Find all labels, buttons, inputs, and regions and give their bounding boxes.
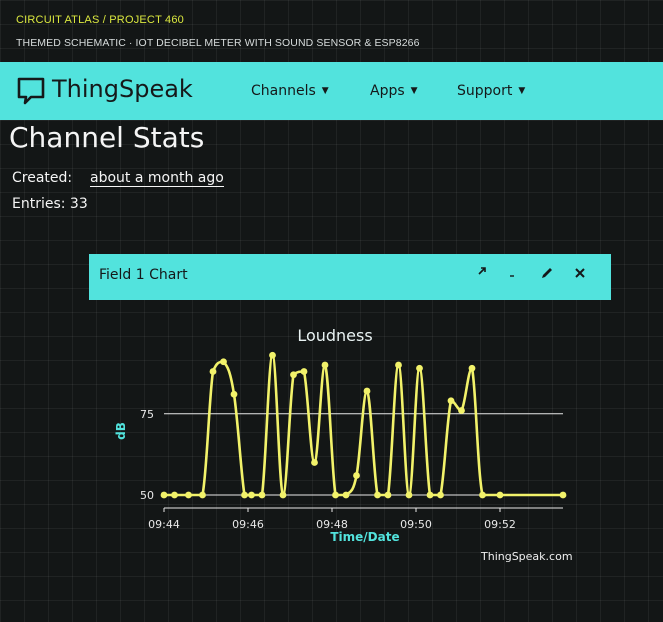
nav-support[interactable]: Support ▼ — [457, 83, 525, 99]
data-point — [496, 491, 504, 499]
data-point — [384, 491, 392, 499]
data-point — [300, 368, 308, 375]
data-point — [479, 491, 486, 499]
pencil-icon[interactable] — [538, 266, 556, 286]
top-navbar: ThingSpeak Channels ▼ Apps ▼ Support ▼ — [0, 62, 663, 120]
data-point — [363, 387, 371, 395]
data-point — [353, 472, 360, 479]
x-tick-label: 09:52 — [484, 518, 516, 531]
data-point — [230, 390, 238, 398]
data-point — [199, 491, 206, 499]
project-subtitle: THEMED SCHEMATIC · IOT DECIBEL METER WIT… — [16, 37, 420, 49]
field-chart-panel-header: Field 1 Chart — [89, 254, 611, 300]
close-icon[interactable] — [571, 266, 589, 286]
data-point — [468, 364, 476, 372]
external-link-icon[interactable] — [471, 266, 489, 286]
data-point — [374, 491, 381, 499]
x-tick-label: 09:46 — [232, 518, 264, 531]
chart-title: Loudness — [297, 326, 372, 345]
data-point — [321, 361, 329, 369]
nav-support-label: Support — [457, 83, 513, 99]
data-point — [426, 491, 434, 499]
created-label: Created: — [12, 170, 73, 186]
data-point — [342, 491, 350, 499]
nav-channels[interactable]: Channels ▼ — [251, 83, 329, 99]
caret-down-icon: ▼ — [518, 86, 526, 96]
y-tick-label-75: 75 — [140, 408, 154, 421]
data-point — [311, 459, 318, 466]
data-point — [220, 358, 227, 366]
data-point — [416, 364, 423, 372]
brand-logo-text[interactable]: ThingSpeak — [52, 75, 193, 103]
x-tick-label: 09:50 — [400, 518, 432, 531]
project-header: CIRCUIT ATLAS / PROJECT 460 THEMED SCHEM… — [0, 0, 663, 62]
x-tick-label: 09:44 — [148, 518, 180, 531]
data-point — [185, 491, 192, 499]
chart-canvas: Loudness507509:44 09:46 09:48 09:50 09:52Tim… — [114, 326, 567, 544]
series-line — [164, 353, 563, 497]
comment-icon[interactable] — [503, 266, 521, 286]
data-point — [258, 491, 266, 499]
data-point — [395, 361, 402, 369]
nav-apps[interactable]: Apps ▼ — [370, 83, 418, 99]
panel-title: Field 1 Chart — [99, 267, 188, 283]
data-point — [209, 368, 217, 375]
x-axis-title: Time/Date — [330, 530, 399, 544]
caret-down-icon: ▼ — [321, 86, 329, 96]
page-title: Channel Stats — [9, 121, 205, 154]
data-point — [241, 491, 248, 499]
thingspeak-watermark: ThingSpeak.com — [481, 550, 573, 563]
y-axis-title: dB — [114, 422, 128, 440]
caret-down-icon: ▼ — [410, 86, 418, 96]
entries-count: Entries: 33 — [12, 196, 88, 212]
y-tick-label-50: 50 — [140, 489, 154, 502]
nav-channels-label: Channels — [251, 83, 316, 99]
data-point — [269, 351, 276, 359]
loudness-chart: Loudness 50 75 09:44 09:46 09:48 09:50 09:52 Tim… — [89, 300, 611, 580]
data-point — [279, 491, 287, 499]
created-value: about a month ago — [90, 170, 224, 187]
nav-apps-label: Apps — [370, 83, 405, 99]
data-point — [332, 491, 339, 499]
data-point — [248, 491, 255, 499]
data-point — [559, 491, 567, 499]
data-point — [437, 491, 444, 499]
project-title: CIRCUIT ATLAS / PROJECT 460 — [16, 14, 185, 26]
data-point — [160, 491, 168, 499]
data-point — [405, 491, 413, 499]
speech-bubble-logo-icon[interactable] — [17, 76, 47, 110]
data-point — [171, 491, 178, 499]
data-point — [290, 371, 297, 379]
data-point — [447, 397, 455, 405]
data-point — [458, 407, 465, 414]
